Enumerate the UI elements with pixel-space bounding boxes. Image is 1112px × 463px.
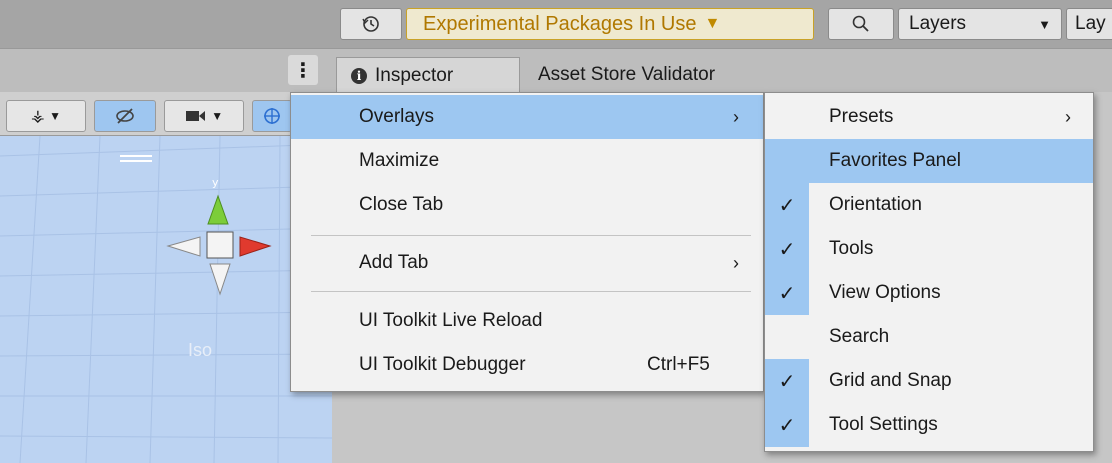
tab-context-menu: Overlays › Maximize Close Tab Add Tab › … [290,92,764,392]
experimental-packages-button[interactable]: Experimental Packages In Use ▼ [406,8,814,40]
chevron-right-icon: › [1065,106,1071,127]
iso-label: Iso [188,340,213,360]
main-toolbar: Experimental Packages In Use ▼ Layers ▼ … [0,0,1112,48]
checkmark-icon: ✓ [765,403,809,447]
gizmos-icon: ⚶ [31,108,45,125]
tab-inspector-label: Inspector [375,64,454,86]
tab-asset-store-validator[interactable]: Asset Store Validator [524,57,804,93]
info-icon: i [351,67,367,84]
submenu-item-tool-settings[interactable]: ✓ Tool Settings [765,403,1093,447]
submenu-item-search-label: Search [829,326,890,347]
tab-inspector[interactable]: i Inspector [336,57,520,93]
overlays-submenu: Presets › Favorites Panel ✓ Orientation … [764,92,1094,452]
submenu-item-grid-snap-label: Grid and Snap [829,370,952,391]
menu-item-debugger[interactable]: UI Toolkit Debugger Ctrl+F5 [291,343,763,387]
submenu-item-tools[interactable]: ✓ Tools [765,227,1093,271]
submenu-item-view-options-label: View Options [829,282,941,303]
checkmark-icon: ✓ [765,359,809,403]
submenu-item-tool-settings-label: Tool Settings [829,414,938,435]
submenu-item-view-options[interactable]: ✓ View Options [765,271,1093,315]
menu-item-add-tab[interactable]: Add Tab › [291,241,763,285]
layers-label: Layers [909,13,967,34]
tab-bar: ⋮ i Inspector Asset Store Validator [0,48,1112,93]
tab-asset-store-label: Asset Store Validator [538,64,716,85]
menu-item-live-reload[interactable]: UI Toolkit Live Reload [291,299,763,343]
submenu-item-tools-label: Tools [829,238,874,259]
scene-view[interactable]: ⚶ ▼ ▼ y Iso [0,92,332,463]
svg-text:y: y [212,176,219,189]
caret-down-icon: ▼ [49,109,61,123]
checkmark-icon: ✓ [765,183,809,227]
layers-dropdown[interactable]: Layers ▼ [898,8,1062,40]
menu-item-live-reload-label: UI Toolkit Live Reload [359,310,543,331]
experimental-packages-label: Experimental Packages In Use [423,12,697,35]
menu-separator [311,291,751,292]
history-icon [362,16,379,32]
search-button[interactable] [828,8,894,40]
undo-history-button[interactable] [340,8,402,40]
caret-down-icon: ▼ [704,15,721,32]
scene-grid: y [0,136,332,463]
orientation-icon [264,108,280,124]
eye-slash-icon [116,108,134,124]
chevron-right-icon: › [733,106,739,127]
menu-item-maximize-label: Maximize [359,150,440,171]
submenu-item-favorites-panel[interactable]: Favorites Panel [765,139,1093,183]
camera-icon [185,111,205,121]
submenu-item-orientation-label: Orientation [829,194,922,215]
camera-dropdown[interactable]: ▼ [164,100,244,132]
more-options-icon[interactable]: ⋮ [288,55,318,85]
layout-dropdown[interactable]: Lay [1066,8,1112,40]
gizmos-dropdown[interactable]: ⚶ ▼ [6,100,86,132]
checkmark-icon: ✓ [765,271,809,315]
menu-item-overlays-label: Overlays [359,106,434,127]
menu-item-maximize[interactable]: Maximize [291,139,763,183]
submenu-item-orientation[interactable]: ✓ Orientation [765,183,1093,227]
orientation-toggle[interactable] [252,100,292,132]
submenu-item-favorites-label: Favorites Panel [829,150,962,171]
submenu-item-presets-label: Presets [829,106,894,127]
scene-visibility-toggle[interactable] [94,100,156,132]
menu-separator [311,235,751,236]
scene-toolbar: ⚶ ▼ ▼ [0,92,332,136]
menu-item-close-tab[interactable]: Close Tab [291,183,763,227]
submenu-item-search[interactable]: Search [765,315,1093,359]
caret-down-icon: ▼ [211,109,224,123]
menu-item-add-tab-label: Add Tab [359,252,429,273]
debugger-shortcut: Ctrl+F5 [647,354,710,375]
menu-item-close-tab-label: Close Tab [359,194,444,215]
layout-label: Lay [1075,13,1106,34]
caret-down-icon: ▼ [1038,16,1051,32]
submenu-item-presets[interactable]: Presets › [765,95,1093,139]
checkmark-icon: ✓ [765,227,809,271]
submenu-item-grid-and-snap[interactable]: ✓ Grid and Snap [765,359,1093,403]
menu-item-debugger-label: UI Toolkit Debugger [359,354,526,375]
chevron-right-icon: › [733,252,739,273]
menu-item-overlays[interactable]: Overlays › [291,95,763,139]
search-icon [852,15,869,32]
